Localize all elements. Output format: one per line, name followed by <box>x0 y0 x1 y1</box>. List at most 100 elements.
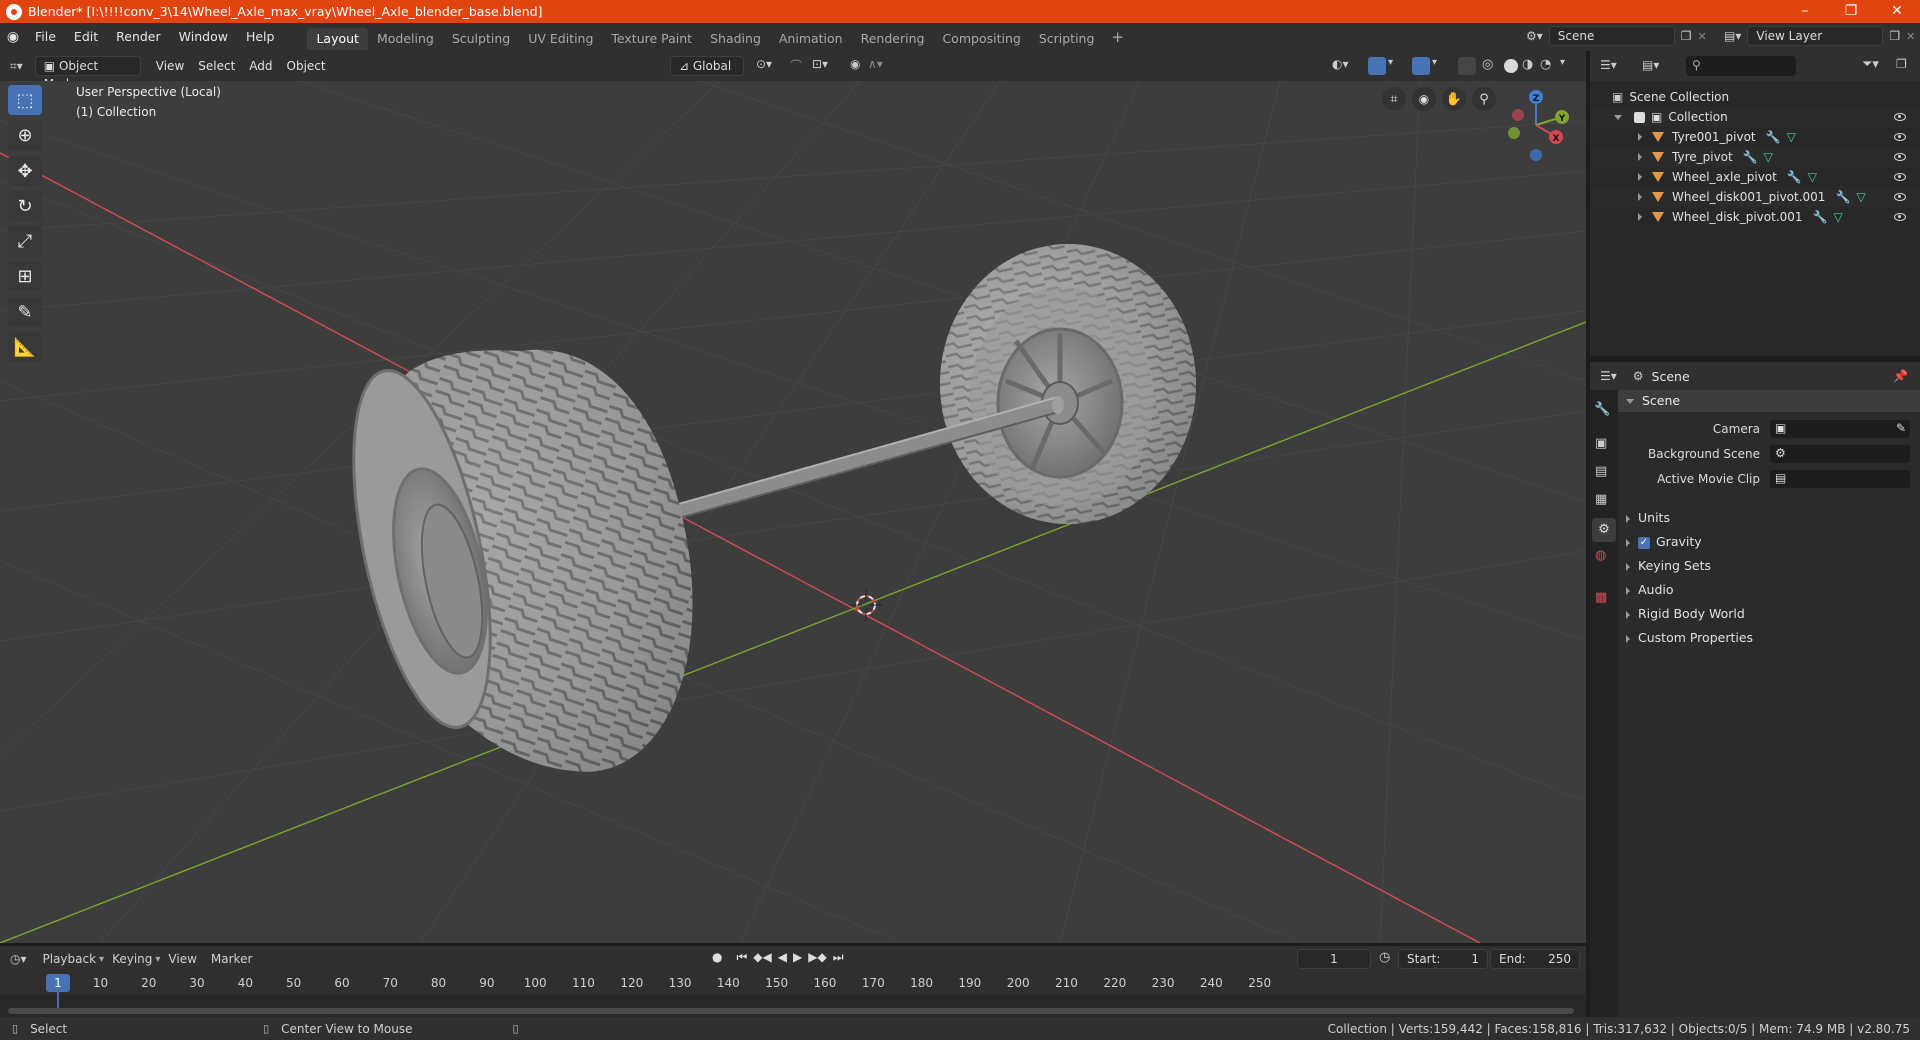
rendered-shading-icon[interactable]: ◔ <box>1540 57 1551 72</box>
tab-uv-editing[interactable]: UV Editing <box>519 28 602 50</box>
object-expand-icon[interactable] <box>1638 213 1642 221</box>
navigation-gizmo[interactable]: Z Y X <box>1496 85 1576 165</box>
tab-rendering[interactable]: Rendering <box>852 28 934 50</box>
view-layer-selector[interactable]: View Layer <box>1747 26 1884 46</box>
menu-view[interactable]: View <box>149 59 191 73</box>
tab-sculpting[interactable]: Sculpting <box>443 28 519 50</box>
outliner-scene-collection-row[interactable]: ▣ Scene Collection <box>1590 87 1920 107</box>
subpanel-gravity[interactable]: ✓ Gravity <box>1626 532 1916 552</box>
eyedropper-icon[interactable]: ✎ <box>1896 421 1906 435</box>
pivot-point-icon[interactable]: ⊙▾ <box>756 57 772 71</box>
object-expand-icon[interactable] <box>1638 193 1642 201</box>
properties-editor-type-icon[interactable]: ☰▾ <box>1600 369 1617 383</box>
jump-start-icon[interactable]: ⏮ <box>736 950 747 965</box>
object-visibility-icon[interactable] <box>1894 133 1906 141</box>
end-frame-field[interactable]: End: 250 <box>1490 949 1580 969</box>
filter-icon[interactable]: ⏷▾ <box>1862 57 1879 72</box>
world-properties-tab[interactable]: ◍ <box>1595 548 1606 563</box>
play-icon[interactable]: ▶ <box>793 950 802 965</box>
object-visibility-icon[interactable]: ◐▾ <box>1332 57 1349 71</box>
annotate-tool[interactable]: ✎ <box>8 297 42 327</box>
menu-select[interactable]: Select <box>191 59 242 73</box>
material-shading-icon[interactable]: ◑ <box>1522 57 1533 72</box>
menu-edit[interactable]: Edit <box>65 23 107 51</box>
outliner-search-input[interactable]: ⚲ <box>1686 56 1796 76</box>
pan-view-icon[interactable]: ✋ <box>1442 87 1466 111</box>
object-visibility-icon[interactable] <box>1894 153 1906 161</box>
solid-shading-icon[interactable] <box>1504 59 1518 73</box>
gizmo-dropdown-icon[interactable]: ▾ <box>1388 57 1393 68</box>
move-tool[interactable]: ✥ <box>8 156 42 186</box>
subpanel-rigid-body-world[interactable]: Rigid Body World <box>1626 604 1916 624</box>
active-movie-clip-field[interactable]: ▤ <box>1770 470 1910 488</box>
menu-object[interactable]: Object <box>280 59 333 73</box>
scene-properties-tab[interactable]: ⚙ <box>1592 518 1616 542</box>
jump-keyframe-forward-icon[interactable]: ▶◆ <box>808 950 826 965</box>
preview-range-icon[interactable]: ◷ <box>1379 950 1390 965</box>
object-expand-icon[interactable] <box>1638 153 1642 161</box>
rotate-tool[interactable]: ↻ <box>8 191 42 221</box>
menu-window[interactable]: Window <box>170 23 237 51</box>
select-box-tool[interactable]: ⬚ <box>8 85 42 115</box>
timeline-editor-type-icon[interactable]: ◷▾ <box>10 952 27 966</box>
tool-properties-tab[interactable]: 🔧 <box>1594 402 1610 417</box>
object-visibility-icon[interactable] <box>1894 193 1906 201</box>
menu-marker[interactable]: Marker <box>211 952 252 966</box>
falloff-icon[interactable]: ∧▾ <box>868 57 883 71</box>
xray-icon[interactable] <box>1458 57 1476 75</box>
modifier-wrench-icon[interactable]: 🔧 <box>1813 210 1828 224</box>
mesh-data-icon[interactable]: ▽ <box>1856 190 1865 204</box>
tab-compositing[interactable]: Compositing <box>933 28 1029 50</box>
menu-add[interactable]: Add <box>242 59 279 73</box>
minimize-button[interactable]: – <box>1782 0 1828 23</box>
tab-layout[interactable]: Layout <box>307 28 368 50</box>
tab-shading[interactable]: Shading <box>701 28 770 50</box>
new-view-layer-icon[interactable]: ❐ <box>1889 29 1900 43</box>
camera-view-icon[interactable]: ◉ <box>1412 87 1436 111</box>
tab-texture-paint[interactable]: Texture Paint <box>602 28 701 50</box>
close-button[interactable]: ✕ <box>1874 0 1920 23</box>
orientation-selector[interactable]: ⊿ Global ▾ <box>670 56 744 91</box>
modifier-wrench-icon[interactable]: 🔧 <box>1787 170 1802 184</box>
auto-keying-icon[interactable]: ● <box>712 950 722 965</box>
playhead[interactable]: 1 <box>46 974 70 992</box>
output-properties-tab[interactable]: ▤ <box>1595 464 1607 479</box>
texture-properties-tab[interactable]: ▩ <box>1595 590 1607 605</box>
scene-type-icon[interactable]: ⚙▾ <box>1526 29 1543 43</box>
object-expand-icon[interactable] <box>1638 133 1642 141</box>
timeline-area[interactable]: 1102030405060708090100110120130140150160… <box>0 972 1586 1017</box>
outliner-object-row[interactable]: Wheel_disk001_pivot.001 🔧 ▽ <box>1590 187 1920 207</box>
outliner-object-row[interactable]: Tyre_pivot 🔧 ▽ <box>1590 147 1920 167</box>
menu-help[interactable]: Help <box>237 23 284 51</box>
view-layer-icon[interactable]: ▤▾ <box>1724 29 1741 43</box>
scene-selector[interactable]: Scene <box>1548 26 1675 46</box>
show-overlays-icon[interactable] <box>1412 57 1430 75</box>
timeline-scrollbar[interactable] <box>8 1008 1574 1014</box>
3d-viewport[interactable]: User Perspective (Local) (1) Collection … <box>0 81 1586 943</box>
object-expand-icon[interactable] <box>1638 173 1642 181</box>
subpanel-keying-sets[interactable]: Keying Sets <box>1626 556 1916 576</box>
menu-playback[interactable]: Playback <box>43 952 97 966</box>
subpanel-custom-properties[interactable]: Custom Properties <box>1626 628 1916 648</box>
outliner-object-row[interactable]: Tyre001_pivot 🔧 ▽ <box>1590 127 1920 147</box>
proportional-edit-icon[interactable]: ◉ <box>850 57 860 71</box>
frame-ruler[interactable]: 1102030405060708090100110120130140150160… <box>0 972 1586 994</box>
outliner-collection-row[interactable]: ▣ Collection <box>1590 107 1920 127</box>
background-scene-field[interactable]: ⚙ <box>1770 445 1910 463</box>
measure-tool[interactable]: 📐 <box>8 332 42 362</box>
menu-timeline-view[interactable]: View <box>168 952 196 966</box>
display-mode-icon[interactable]: ▤▾ <box>1642 58 1659 72</box>
scale-tool[interactable]: ⤢ <box>8 226 42 256</box>
outliner-editor-type-icon[interactable]: ☰▾ <box>1600 58 1617 72</box>
subpanel-audio[interactable]: Audio <box>1626 580 1916 600</box>
tab-modeling[interactable]: Modeling <box>368 28 443 50</box>
overlays-dropdown-icon[interactable]: ▾ <box>1432 57 1437 68</box>
menu-file[interactable]: File <box>26 23 65 51</box>
outliner-object-row[interactable]: Wheel_axle_pivot 🔧 ▽ <box>1590 167 1920 187</box>
delete-scene-icon[interactable]: ✕ <box>1698 30 1707 43</box>
show-gizmo-icon[interactable] <box>1368 57 1386 75</box>
snap-target-icon[interactable]: ⊡▾ <box>812 57 828 71</box>
mode-selector[interactable]: ▣ Object Mode ▾ <box>34 56 141 91</box>
zoom-view-icon[interactable]: ⚲ <box>1472 87 1496 111</box>
new-scene-icon[interactable]: ❐ <box>1681 29 1692 43</box>
